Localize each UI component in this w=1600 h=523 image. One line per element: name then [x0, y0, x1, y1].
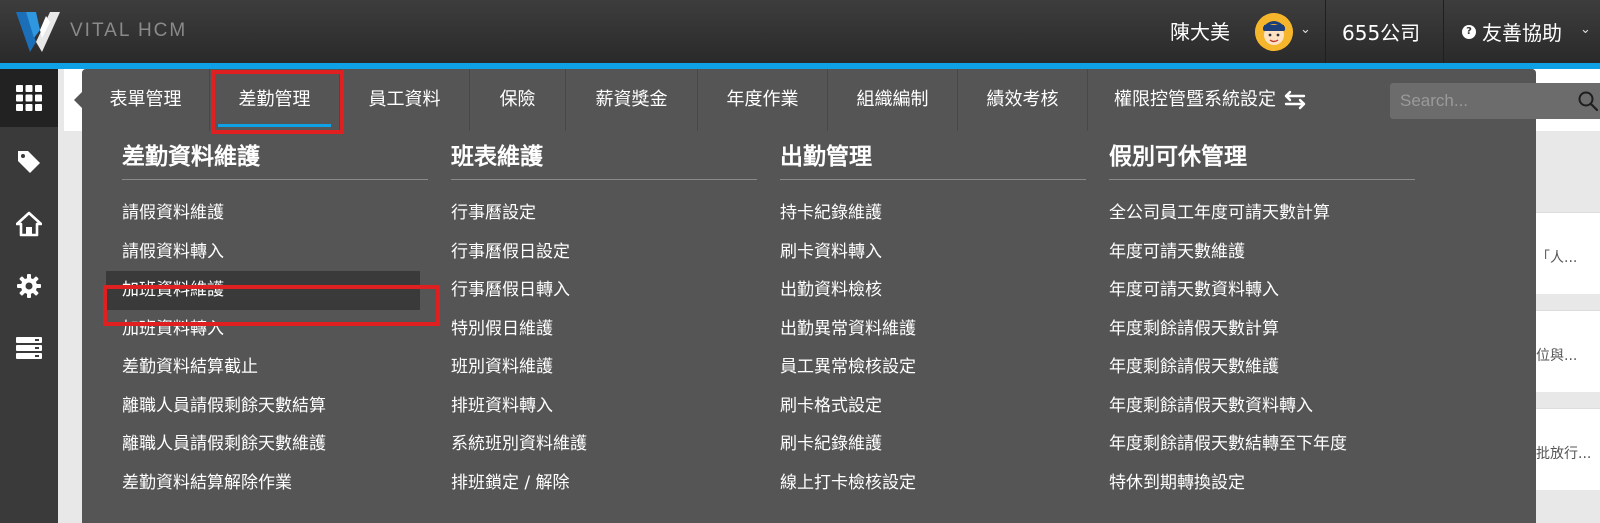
tab-permission-system[interactable]: 權限控管暨系統設定	[1088, 69, 1278, 131]
menu-item[interactable]: 年度剩餘請假天數資料轉入	[1109, 387, 1415, 426]
help-icon[interactable]: ?	[1462, 25, 1476, 39]
menu-item[interactable]: 線上打卡檢核設定	[780, 464, 1086, 503]
gear-icon	[17, 274, 41, 298]
divider	[1443, 0, 1444, 63]
menu-item[interactable]: 行事曆設定	[451, 194, 757, 233]
menu-item[interactable]: 刷卡資料轉入	[780, 233, 1086, 272]
rail-item-tags[interactable]	[0, 133, 58, 191]
column-title: 差勤資料維護	[122, 144, 260, 170]
rail-item-settings[interactable]	[0, 257, 58, 315]
user-avatar-icon	[1255, 13, 1293, 51]
background-card-text: 「人...	[1536, 250, 1578, 266]
tab-form-management[interactable]: 表單管理	[82, 69, 210, 131]
rail-item-menu[interactable]	[0, 69, 58, 127]
menu-item[interactable]: 出勤資料檢核	[780, 271, 1086, 310]
chevron-down-icon[interactable]: ⌄	[1300, 22, 1311, 37]
menu-item[interactable]: 員工異常檢核設定	[780, 348, 1086, 387]
column-title: 出勤管理	[780, 144, 872, 170]
tab-organization[interactable]: 組織編制	[828, 69, 958, 131]
server-icon	[16, 337, 42, 359]
search-input[interactable]	[1390, 83, 1600, 119]
menu-item[interactable]: 差勤資料結算截止	[122, 348, 428, 387]
menu-item[interactable]: 年度可請天數維護	[1109, 233, 1415, 272]
menu-item[interactable]: 持卡紀錄維護	[780, 194, 1086, 233]
tab-annual-operations[interactable]: 年度作業	[698, 69, 828, 131]
menu-item[interactable]: 行事曆假日轉入	[451, 271, 757, 310]
menu-item[interactable]: 排班資料轉入	[451, 387, 757, 426]
divider	[1325, 0, 1326, 63]
menu-item[interactable]: 全公司員工年度可請天數計算	[1109, 194, 1415, 233]
menu-column-schedule: 班表維護 行事曆設定 行事曆假日設定 行事曆假日轉入 特別假日維護 班別資料維護…	[451, 137, 757, 502]
menu-item[interactable]: 班別資料維護	[451, 348, 757, 387]
highlight-box-overtime-item	[103, 285, 440, 326]
menu-item[interactable]: 行事曆假日設定	[451, 233, 757, 272]
company-selector[interactable]: 655公司	[1342, 17, 1420, 46]
menu-item[interactable]: 離職人員請假剩餘天數結算	[122, 387, 428, 426]
tab-employee-data[interactable]: 員工資料	[340, 69, 470, 131]
swap-arrows-icon[interactable]	[1282, 87, 1308, 113]
menu-item[interactable]: 特休到期轉換設定	[1109, 464, 1415, 503]
menu-item[interactable]: 請假資料維護	[122, 194, 428, 233]
menu-item[interactable]: 特別假日維護	[451, 310, 757, 349]
grid-icon	[16, 85, 42, 111]
avatar[interactable]	[1255, 13, 1293, 51]
menu-item[interactable]: 年度剩餘請假天數結轉至下年度	[1109, 425, 1415, 464]
tab-insurance[interactable]: 保險	[470, 69, 566, 131]
search-icon[interactable]	[1578, 91, 1598, 111]
tab-salary-bonus[interactable]: 薪資獎金	[566, 69, 698, 131]
column-divider	[122, 179, 428, 180]
background-card-text: 位與...	[1536, 348, 1578, 364]
column-divider	[451, 179, 757, 180]
menu-item[interactable]: 請假資料轉入	[122, 233, 428, 272]
home-icon	[16, 211, 42, 237]
tab-performance[interactable]: 績效考核	[958, 69, 1088, 131]
vital-logo-icon[interactable]	[14, 8, 62, 54]
menu-item[interactable]: 系統班別資料維護	[451, 425, 757, 464]
chevron-down-icon[interactable]: ⌄	[1580, 22, 1591, 37]
menu-item[interactable]: 差勤資料結算解除作業	[122, 464, 428, 503]
menu-item[interactable]: 刷卡格式設定	[780, 387, 1086, 426]
help-link[interactable]: 友善協助	[1482, 17, 1562, 46]
column-title: 假別可休管理	[1109, 144, 1247, 170]
menu-column-attendance: 出勤管理 持卡紀錄維護 刷卡資料轉入 出勤資料檢核 出勤異常資料維護 員工異常檢…	[780, 137, 1086, 502]
menu-item[interactable]: 年度剩餘請假天數計算	[1109, 310, 1415, 349]
highlight-box-active-tab	[211, 70, 344, 134]
column-divider	[780, 179, 1086, 180]
user-name[interactable]: 陳大美	[1170, 16, 1230, 45]
menu-column-leave-entitlement: 假別可休管理 全公司員工年度可請天數計算 年度可請天數維護 年度可請天數資料轉入…	[1109, 137, 1415, 502]
menu-item[interactable]: 年度剩餘請假天數維護	[1109, 348, 1415, 387]
column-divider	[1109, 179, 1415, 180]
rail-item-home[interactable]	[0, 195, 58, 253]
column-title: 班表維護	[451, 144, 543, 170]
menu-item[interactable]: 年度可請天數資料轉入	[1109, 271, 1415, 310]
tag-icon	[18, 151, 40, 173]
menu-item[interactable]: 排班鎖定 / 解除	[451, 464, 757, 503]
brand-name: VITAL HCM	[70, 20, 188, 41]
top-bar: VITAL HCM 陳大美 ⌄ 655公司 ? 友善協助 ⌄	[0, 0, 1600, 63]
side-rail	[0, 69, 58, 523]
menu-pointer	[74, 92, 82, 108]
rail-item-server[interactable]	[0, 319, 58, 377]
menu-item[interactable]: 離職人員請假剩餘天數維護	[122, 425, 428, 464]
menu-item[interactable]: 出勤異常資料維護	[780, 310, 1086, 349]
background-card-text: 批放行...	[1536, 446, 1592, 462]
menu-item[interactable]: 刷卡紀錄維護	[780, 425, 1086, 464]
